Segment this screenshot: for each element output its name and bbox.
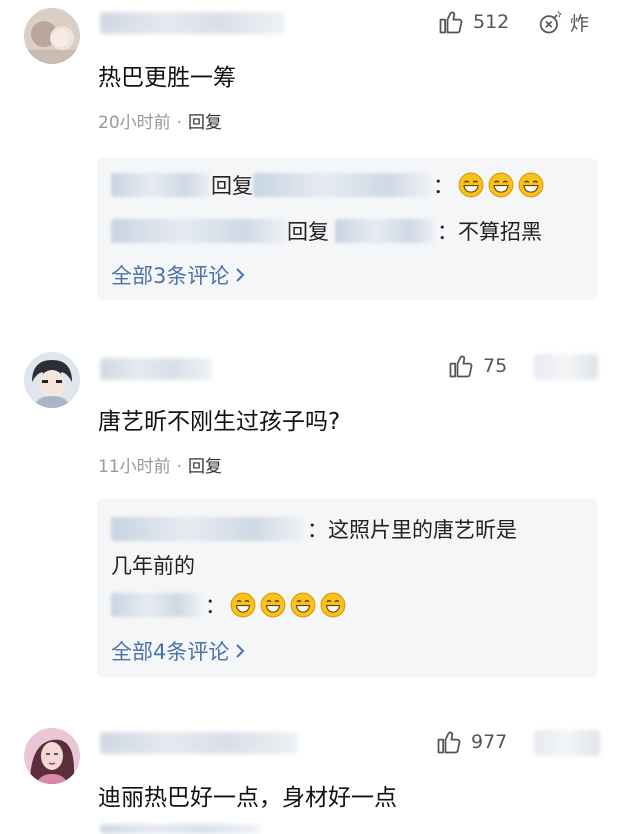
reply-separator: ：	[307, 518, 328, 542]
replier-name-redacted[interactable]	[111, 173, 211, 197]
replier-name-redacted[interactable]	[111, 593, 201, 617]
like-button[interactable]: 977	[435, 728, 507, 756]
reply-separator: ：	[437, 220, 458, 244]
reply-content: 不算招黑	[458, 220, 542, 244]
like-count: 75	[483, 355, 508, 377]
laughing-emoji-icon	[320, 592, 346, 618]
view-all-label: 全部4条评论	[111, 640, 230, 664]
comment-text: 热巴更胜一筹	[98, 65, 236, 91]
avatar[interactable]	[24, 728, 80, 784]
reply-button[interactable]: 回复	[188, 113, 222, 133]
bomb-label: 炸	[570, 12, 590, 35]
grinning-emoji-icon	[488, 172, 514, 198]
bomb-button-redacted[interactable]	[534, 354, 598, 380]
reply-content: 几年前的	[111, 554, 195, 578]
avatar-image	[24, 8, 80, 64]
replier-name-redacted[interactable]	[111, 219, 287, 243]
bomb-button[interactable]: 炸	[536, 8, 589, 36]
view-all-replies-link[interactable]: 全部4条评论	[111, 636, 245, 666]
reply-separator: ：	[433, 174, 454, 198]
comment-meta: 20小时前 · 回复	[98, 108, 222, 133]
avatar[interactable]	[24, 352, 80, 408]
avatar-image	[24, 352, 80, 408]
like-count: 512	[473, 11, 510, 33]
reply-content: 这照片里的唐艺昕是	[328, 518, 517, 542]
grinning-emoji-icon	[518, 172, 544, 198]
meta-separator: ·	[176, 113, 183, 133]
reply-line-continued: 几年前的	[111, 550, 195, 580]
reply-verb: 回复	[211, 174, 253, 198]
chevron-right-icon	[235, 640, 245, 664]
like-button[interactable]: 512	[437, 8, 509, 36]
username-redacted[interactable]	[100, 732, 298, 754]
view-all-replies-link[interactable]: 全部3条评论	[111, 260, 245, 290]
reply-target-redacted[interactable]	[335, 219, 435, 243]
comment-meta-redacted	[100, 824, 260, 834]
reply-verb: 回复	[287, 220, 329, 244]
reply-line[interactable]: 回复 ：	[111, 170, 544, 200]
avatar[interactable]	[24, 8, 80, 64]
reply-line[interactable]: ： 这照片里的唐艺昕是	[111, 514, 517, 544]
view-all-label: 全部3条评论	[111, 264, 230, 288]
reply-line[interactable]: ：	[111, 590, 346, 620]
replies-box: 回复 ： 回复 ： 不算招黑 全部3条评论	[97, 158, 597, 300]
avatar-image	[24, 728, 80, 784]
comment-time: 20小时前	[98, 113, 171, 133]
grinning-emoji-icon	[458, 172, 484, 198]
reply-target-redacted[interactable]	[253, 173, 431, 197]
bomb-icon	[539, 11, 562, 34]
comment-item: 75 唐艺昕不刚生过孩子吗? 11小时前 · 回复 ： 这照片里的唐艺昕是 几年前的…	[0, 340, 623, 700]
replies-box: ： 这照片里的唐艺昕是 几年前的 ： 全部4条评论	[97, 498, 597, 678]
meta-separator: ·	[176, 457, 183, 477]
laughing-emoji-icon	[260, 592, 286, 618]
reply-line[interactable]: 回复 ： 不算招黑	[111, 216, 542, 246]
username-redacted[interactable]	[100, 358, 212, 380]
chevron-right-icon	[235, 264, 245, 288]
comment-item: 977 迪丽热巴好一点，身材好一点	[0, 720, 623, 834]
laughing-emoji-icon	[230, 592, 256, 618]
replier-name-redacted[interactable]	[111, 517, 303, 541]
comment-item: 512 炸 热巴更胜一筹 20小时前 · 回复 回复 ： 回复 ： 不算招黑 全…	[0, 0, 623, 310]
comment-meta: 11小时前 · 回复	[98, 452, 222, 477]
comment-time: 11小时前	[98, 457, 171, 477]
comment-text: 唐艺昕不刚生过孩子吗?	[98, 409, 341, 435]
like-count: 977	[471, 731, 508, 753]
like-button[interactable]: 75	[447, 352, 507, 380]
comment-text: 迪丽热巴好一点，身材好一点	[98, 785, 397, 811]
reply-button[interactable]: 回复	[188, 457, 222, 477]
bomb-button-redacted[interactable]	[534, 730, 600, 756]
reply-separator: ：	[205, 594, 226, 618]
username-redacted[interactable]	[100, 12, 285, 34]
thumbs-up-icon	[449, 355, 473, 378]
thumbs-up-icon	[439, 11, 463, 34]
thumbs-up-icon	[437, 731, 461, 754]
laughing-emoji-icon	[290, 592, 316, 618]
